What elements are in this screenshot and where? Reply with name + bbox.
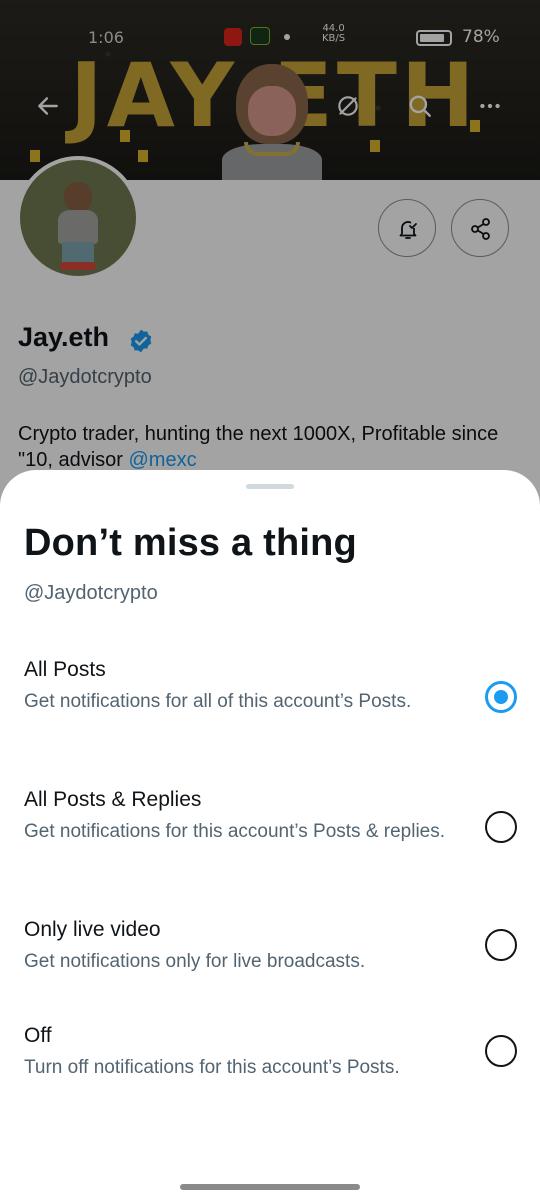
option-label: Only live video xyxy=(24,918,161,941)
radio-only-live-video[interactable] xyxy=(485,929,517,961)
option-only-live-video[interactable]: Only live video Get notifications only f… xyxy=(0,918,540,978)
option-all-posts[interactable]: All Posts Get notifications for all of t… xyxy=(0,658,540,738)
radio-all-posts-replies[interactable] xyxy=(485,811,517,843)
sheet-title: Don’t miss a thing xyxy=(24,522,357,564)
option-description: Get notifications for all of this accoun… xyxy=(24,691,412,712)
option-label: Off xyxy=(24,1024,52,1047)
option-description: Get notifications for this account’s Pos… xyxy=(24,821,446,842)
sheet-drag-handle[interactable] xyxy=(246,484,294,489)
option-off[interactable]: Off Turn off notifications for this acco… xyxy=(0,1024,540,1084)
radio-off[interactable] xyxy=(485,1035,517,1067)
option-all-posts-replies[interactable]: All Posts & Replies Get notifications fo… xyxy=(0,788,540,868)
option-label: All Posts & Replies xyxy=(24,788,202,811)
option-description: Get notifications only for live broadcas… xyxy=(24,951,366,972)
notification-settings-sheet: Don’t miss a thing @Jaydotcrypto All Pos… xyxy=(0,470,540,1200)
option-label: All Posts xyxy=(24,658,106,681)
home-indicator[interactable] xyxy=(180,1184,360,1190)
option-description: Turn off notifications for this account’… xyxy=(24,1057,400,1078)
radio-all-posts[interactable] xyxy=(485,681,517,713)
sheet-handle: @Jaydotcrypto xyxy=(24,582,158,604)
